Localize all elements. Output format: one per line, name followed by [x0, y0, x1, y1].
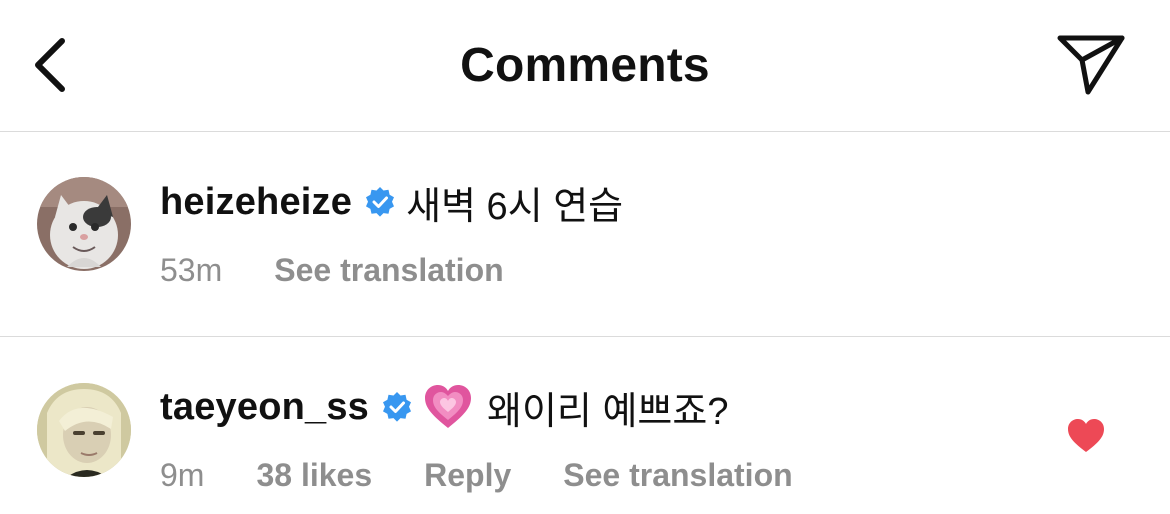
cat-avatar: [37, 177, 131, 271]
verified-badge-icon: [366, 187, 395, 217]
comment-meta: 53m See translation: [160, 250, 556, 290]
comment-item: taeyeon_ss 왜이리 예쁘죠? 9m 38 likes Reply Se…: [0, 338, 1170, 514]
growing-heart-emoji: [425, 385, 472, 428]
like-button[interactable]: [1066, 418, 1106, 454]
share-button[interactable]: [1052, 28, 1130, 100]
comment-time: 9m: [160, 456, 205, 493]
comment-meta: 9m 38 likes Reply See translation: [160, 455, 845, 495]
comment-item: heizeheize 새벽 6시 연습 53m See translation: [0, 133, 1170, 337]
heart-filled-icon: [1068, 419, 1104, 452]
comment-time: 53m: [160, 251, 223, 288]
see-translation-button[interactable]: See translation: [563, 457, 792, 494]
username[interactable]: heizeheize: [160, 181, 352, 224]
see-translation-button[interactable]: See translation: [274, 252, 503, 289]
page-title: Comments: [460, 39, 710, 92]
paper-plane-icon: [1057, 35, 1125, 95]
comment-text: 왜이리 예쁘죠?: [487, 390, 729, 433]
comment-text: 새벽 6시 연습: [406, 185, 624, 228]
likes-count[interactable]: 38 likes: [256, 457, 372, 494]
avatar[interactable]: [37, 383, 131, 477]
comment-body: taeyeon_ss 왜이리 예쁘죠?: [160, 382, 729, 433]
comment-body: heizeheize 새벽 6시 연습: [160, 177, 624, 228]
verified-badge-icon: [383, 392, 412, 422]
avatar[interactable]: [37, 177, 131, 271]
reply-button[interactable]: Reply: [424, 457, 511, 494]
header-bar: Comments: [0, 0, 1170, 132]
person-avatar: [37, 383, 131, 477]
username[interactable]: taeyeon_ss: [160, 386, 369, 429]
